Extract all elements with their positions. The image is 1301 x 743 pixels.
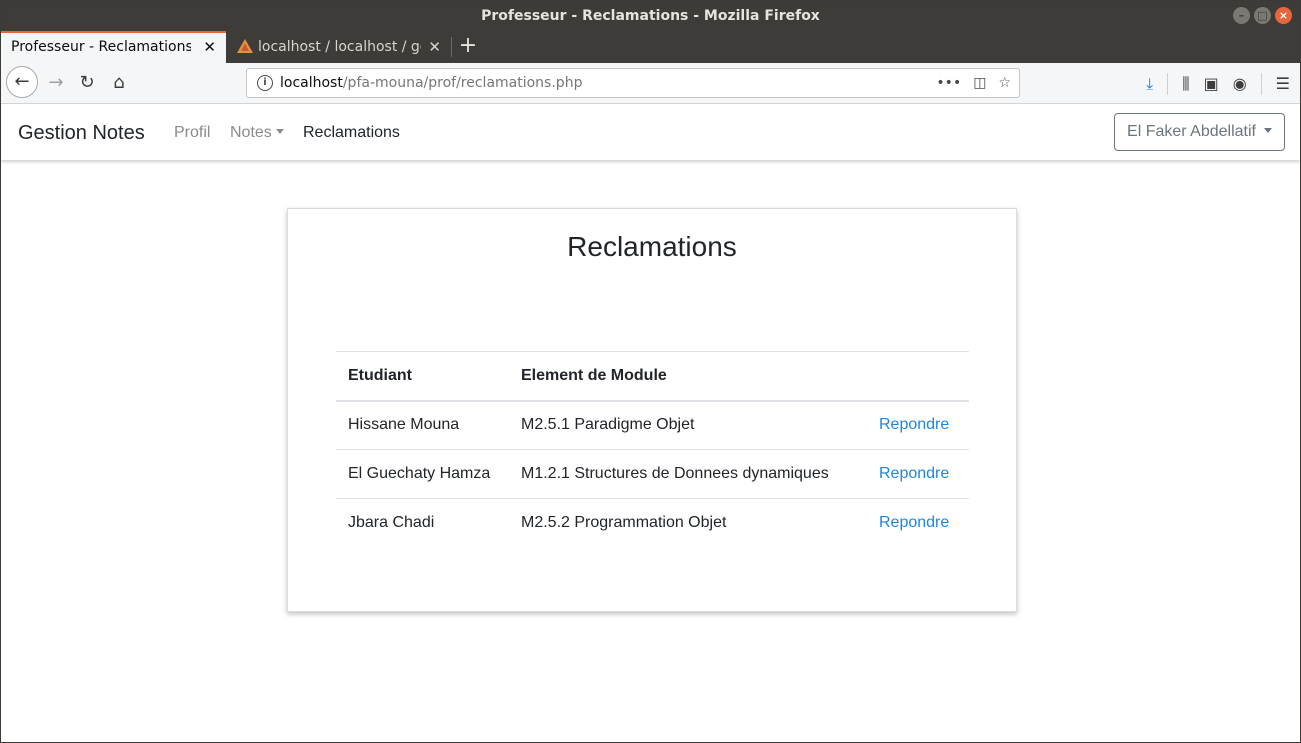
- reclamations-card: Reclamations Etudiant Element de Module …: [287, 208, 1017, 612]
- nav-reclamations[interactable]: Reclamations: [303, 104, 400, 162]
- table-header-row: Etudiant Element de Module: [336, 351, 969, 402]
- window-titlebar: Professeur - Reclamations - Mozilla Fire…: [1, 1, 1300, 31]
- repondre-link[interactable]: Repondre: [879, 465, 949, 482]
- pocket-icon[interactable]: ◫: [973, 69, 986, 97]
- minimize-icon[interactable]: –: [1233, 7, 1250, 24]
- library-icon[interactable]: ⫼: [1182, 74, 1189, 94]
- browser-toolbar: ← → ↻ ⌂ i localhost/pfa-mouna/prof/recla…: [1, 63, 1300, 104]
- cell-action: Repondre: [867, 449, 969, 499]
- window-controls: – □ ×: [1233, 7, 1292, 24]
- url-actions: ••• ◫ ☆: [936, 69, 1011, 97]
- tab-phpmyadmin[interactable]: localhost / localhost / gestion ✕: [227, 31, 451, 63]
- user-name: El Faker Abdellatif: [1127, 123, 1256, 140]
- menu-icon[interactable]: ☰: [1276, 74, 1290, 93]
- account-icon[interactable]: ◉: [1233, 74, 1247, 93]
- header-action: [867, 351, 969, 402]
- forward-arrow-icon[interactable]: →: [42, 69, 70, 97]
- tab-label: localhost / localhost / gestion: [258, 39, 421, 55]
- table-row: Jbara Chadi M2.5.2 Programmation Objet R…: [336, 499, 969, 548]
- cell-etudiant: Jbara Chadi: [348, 514, 435, 532]
- reload-icon[interactable]: ↻: [73, 69, 101, 97]
- phpmyadmin-favicon-icon: [237, 39, 253, 53]
- maximize-icon[interactable]: □: [1254, 7, 1271, 24]
- page-actions-icon[interactable]: •••: [936, 69, 961, 97]
- header-etudiant: Etudiant: [336, 351, 509, 402]
- reclamations-table: Etudiant Element de Module Hissane Mouna…: [336, 351, 969, 548]
- tab-strip: Professeur - Reclamations ✕ localhost / …: [1, 31, 1300, 63]
- bookmark-star-icon[interactable]: ☆: [998, 69, 1011, 97]
- close-window-icon[interactable]: ×: [1275, 7, 1292, 24]
- page-content: Gestion Notes Profil Notes Reclamations …: [1, 104, 1300, 742]
- info-icon[interactable]: i: [257, 75, 273, 91]
- tab-separator: [451, 37, 452, 57]
- cell-element: M2.5.1 Paradigme Objet: [509, 400, 867, 450]
- tab-close-icon[interactable]: ✕: [428, 31, 441, 63]
- site-navbar: Gestion Notes Profil Notes Reclamations …: [1, 104, 1300, 160]
- table-row: El Guechaty Hamza M1.2.1 Structures de D…: [336, 449, 969, 499]
- new-tab-icon[interactable]: +: [458, 31, 478, 63]
- cell-etudiant: El Guechaty Hamza: [336, 449, 509, 499]
- repondre-link[interactable]: Repondre: [879, 514, 949, 531]
- table-row: Hissane Mouna M2.5.1 Paradigme Objet Rep…: [336, 400, 969, 450]
- home-icon[interactable]: ⌂: [105, 69, 133, 97]
- repondre-link[interactable]: Repondre: [879, 416, 949, 433]
- cell-element: M1.2.1 Structures de Donnees dynamiques: [509, 449, 867, 499]
- back-arrow-icon[interactable]: ←: [6, 66, 38, 98]
- nav-notes-dropdown[interactable]: Notes: [230, 104, 284, 162]
- header-element: Element de Module: [509, 351, 867, 402]
- navbar-brand[interactable]: Gestion Notes: [18, 104, 145, 162]
- tab-close-icon[interactable]: ✕: [203, 33, 216, 61]
- cell-action: Repondre: [867, 499, 969, 548]
- url-text[interactable]: localhost/pfa-mouna/prof/reclamations.ph…: [280, 69, 582, 97]
- toolbar-separator: [1260, 72, 1262, 95]
- tab-label: Professeur - Reclamations: [11, 39, 191, 55]
- cell-etudiant: Hissane Mouna: [336, 400, 509, 450]
- cell-action: Repondre: [867, 400, 969, 450]
- window-title: Professeur - Reclamations - Mozilla Fire…: [481, 8, 820, 24]
- caret-down-icon: [275, 129, 284, 134]
- sidebar-icon[interactable]: ▣: [1204, 74, 1219, 93]
- user-dropdown-button[interactable]: El Faker Abdellatif: [1114, 113, 1285, 151]
- nav-profil[interactable]: Profil: [174, 104, 210, 162]
- toolbar-right-icons: ⤓ ⫼ ▣ ◉ ☰: [1146, 63, 1290, 104]
- firefox-window: Professeur - Reclamations - Mozilla Fire…: [0, 0, 1301, 743]
- page-title: Reclamations: [567, 231, 737, 262]
- tab-reclamations[interactable]: Professeur - Reclamations ✕: [1, 31, 226, 63]
- url-bar[interactable]: i localhost/pfa-mouna/prof/reclamations.…: [246, 68, 1020, 98]
- toolbar-separator: [1167, 72, 1169, 95]
- caret-down-icon: [1264, 128, 1272, 133]
- cell-element: M2.5.2 Programmation Objet: [521, 514, 727, 532]
- nav-notes-label: Notes: [230, 124, 272, 141]
- download-icon[interactable]: ⤓: [1146, 74, 1153, 94]
